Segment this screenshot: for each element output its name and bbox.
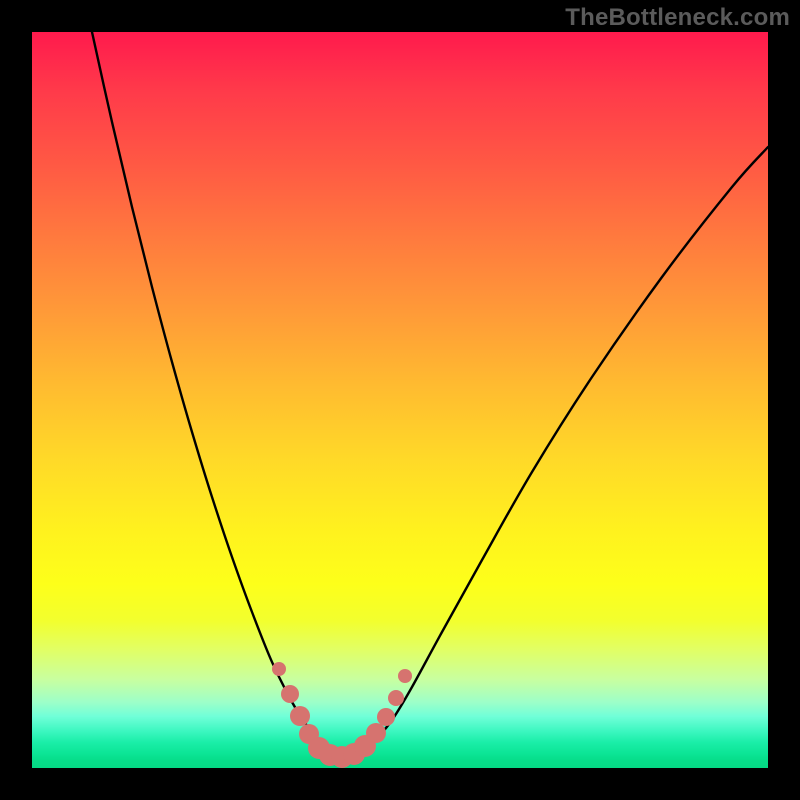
curve-layer [32, 32, 768, 768]
bottleneck-curve [92, 32, 768, 757]
plot-area [32, 32, 768, 768]
highlight-dot [366, 723, 386, 743]
highlight-dot [290, 706, 310, 726]
highlight-dot [398, 669, 412, 683]
watermark-text: TheBottleneck.com [565, 4, 790, 32]
highlight-dot [272, 662, 286, 676]
highlight-dot [388, 690, 404, 706]
chart-frame: TheBottleneck.com [0, 0, 800, 800]
highlight-dot [281, 685, 299, 703]
highlight-markers [272, 662, 412, 768]
highlight-dot [377, 708, 395, 726]
